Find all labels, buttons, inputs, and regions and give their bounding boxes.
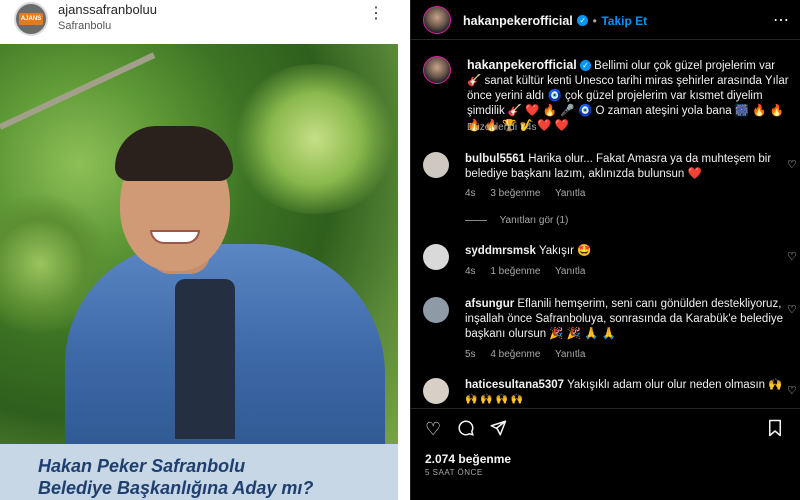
view-replies-label: Yanıtları gör (1) (499, 215, 569, 226)
comment-likes[interactable]: 1 beğenme (490, 266, 540, 277)
comment-time: 4s (465, 266, 476, 277)
comment-time: 5s (465, 349, 476, 360)
comment-likes[interactable]: 3 beğenme (490, 188, 540, 199)
post-photo (0, 44, 398, 444)
comment-username[interactable]: bulbul5561 (465, 153, 525, 165)
verified-icon: ✓ (579, 60, 591, 72)
comment-likes[interactable]: 4 beğenme (490, 349, 540, 360)
comment-icon[interactable] (457, 419, 475, 442)
post-time-ago: 5 SAAT ÖNCE (425, 468, 483, 477)
caption-time: 4s (525, 122, 537, 133)
comment-text: Yakışıklı adam olur olur neden olmasın 🙌 (567, 379, 783, 391)
like-comment-icon[interactable]: ♡ (787, 384, 797, 397)
header-avatar[interactable] (423, 6, 451, 34)
comment-time: 4s (465, 188, 476, 199)
like-comment-icon[interactable]: ♡ (787, 250, 797, 263)
left-post-username[interactable]: ajanssafranboluu (58, 2, 157, 17)
separator-dot: • (592, 14, 597, 28)
ajans-logo: AJANS (19, 13, 43, 25)
comment-text: Yakışır 🤩 (538, 245, 592, 257)
left-post-avatar[interactable]: AJANS (14, 2, 48, 36)
like-comment-icon[interactable]: ♡ (787, 158, 797, 171)
post-banner: Hakan Peker Safranbolu Belediye Başkanlı… (0, 444, 398, 500)
left-post-header: AJANS ajanssafranboluu Safranbolu ⋮ (0, 0, 410, 44)
verified-icon: ✓ (577, 15, 589, 27)
comment-avatar[interactable] (423, 244, 449, 270)
caption-avatar[interactable] (423, 56, 451, 84)
left-post: AJANS ajanssafranboluu Safranbolu ⋮ Haka… (0, 0, 410, 500)
right-post-panel: hakanpekerofficial ✓ • Takip Et ⋯ hakanp… (410, 0, 800, 500)
banner-line-2: Belediye Başkanlığına Aday mı? (38, 478, 314, 498)
comment-username[interactable]: syddmrsmsk (465, 245, 536, 257)
post-header: hakanpekerofficial ✓ • Takip Et ⋯ (411, 0, 800, 40)
more-options-icon[interactable]: ⋮ (368, 6, 384, 22)
comment-avatar[interactable] (423, 378, 449, 404)
caption-username[interactable]: hakanpekerofficial (467, 58, 577, 72)
like-comment-icon[interactable]: ♡ (787, 303, 797, 316)
reply-button[interactable]: Yanıtla (555, 349, 585, 360)
post-actions-bar: ♡ (411, 408, 800, 448)
header-username[interactable]: hakanpekerofficial (463, 14, 573, 28)
bookmark-icon[interactable] (767, 419, 783, 442)
replies-line (465, 219, 487, 221)
comment-avatar[interactable] (423, 297, 449, 323)
share-icon[interactable] (489, 419, 507, 442)
follow-button[interactable]: Takip Et (601, 14, 647, 28)
comment-username[interactable]: afsungur (465, 298, 514, 310)
banner-line-1: Hakan Peker Safranbolu (38, 456, 246, 476)
likes-count[interactable]: 2.074 beğenme (425, 452, 511, 466)
comment-extra: 🙌 🙌 🙌 🙌 (465, 394, 524, 405)
edited-label: Düzenlendi (467, 122, 518, 133)
reply-button[interactable]: Yanıtla (555, 266, 585, 277)
comment-username[interactable]: haticesultana5307 (465, 379, 564, 391)
more-options-icon[interactable]: ⋯ (773, 10, 789, 30)
heart-icon[interactable]: ♡ (425, 419, 441, 440)
reply-button[interactable]: Yanıtla (555, 188, 585, 199)
left-post-location[interactable]: Safranbolu (58, 20, 111, 32)
comment-avatar[interactable] (423, 152, 449, 178)
view-replies[interactable]: Yanıtları gör (1) (465, 215, 568, 226)
